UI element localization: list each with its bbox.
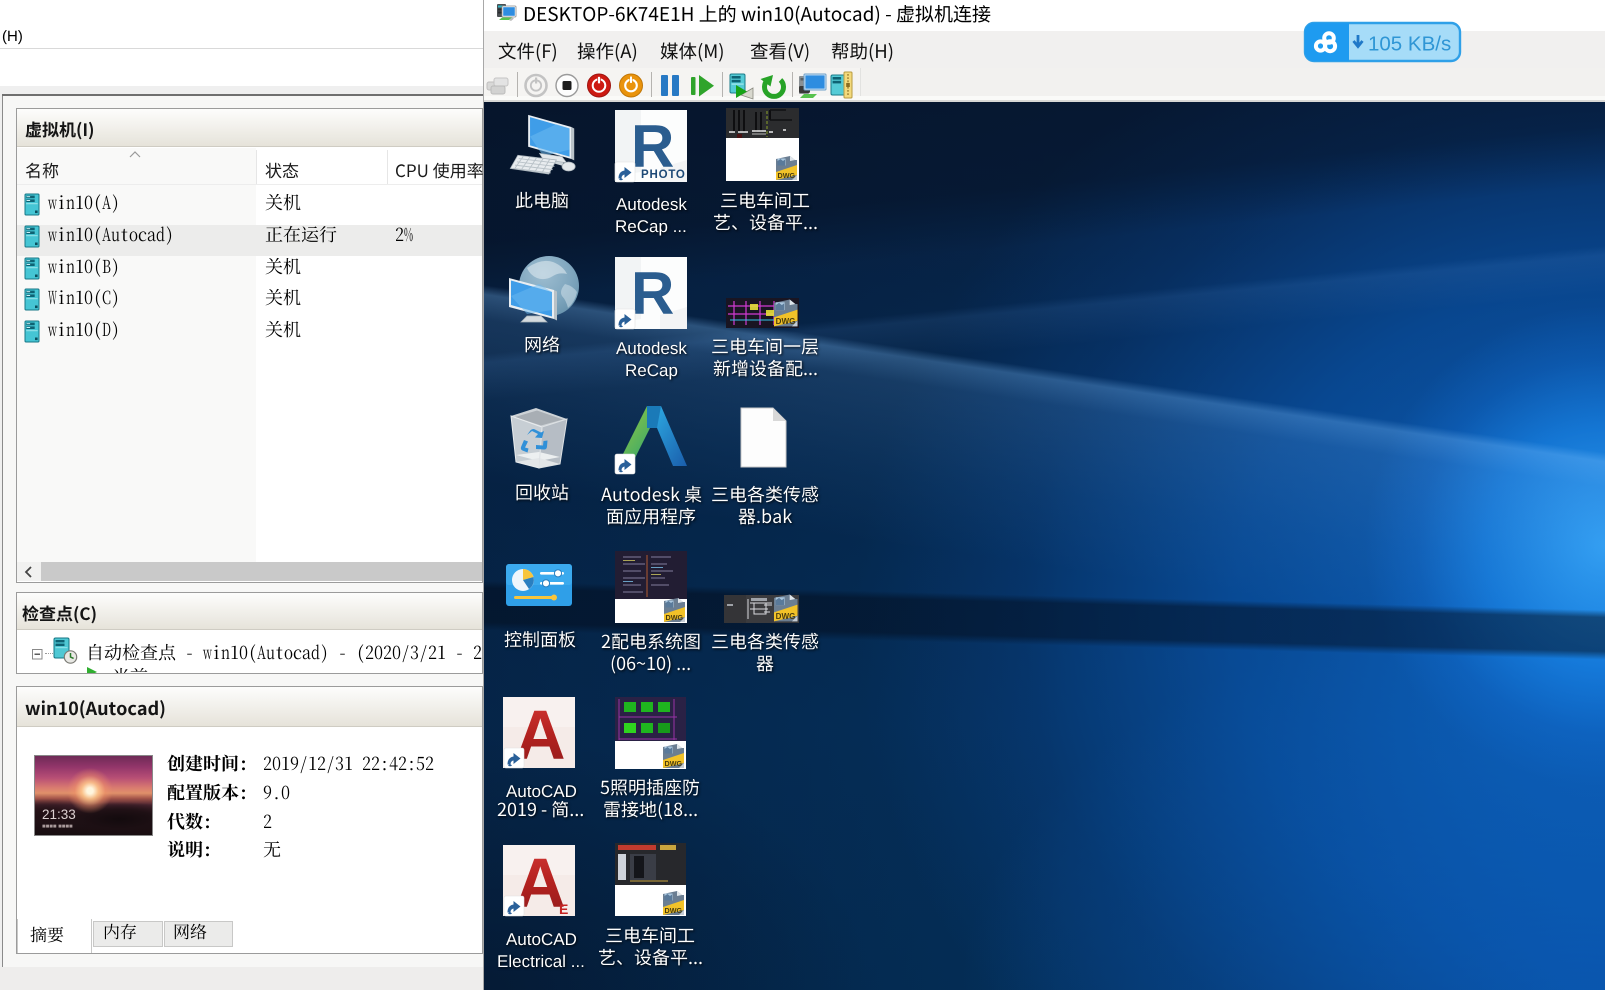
svg-text:E: E [559, 901, 568, 917]
svg-text:DWG: DWG [776, 317, 796, 326]
svg-text:DWG: DWG [666, 613, 684, 622]
svg-text:DWG: DWG [665, 906, 683, 915]
svg-text:105 KB/s: 105 KB/s [1368, 33, 1451, 56]
svg-text:DWG: DWG [665, 759, 683, 768]
svg-text:PHOTO: PHOTO [641, 169, 686, 181]
svg-text:DWG: DWG [776, 612, 796, 621]
svg-text:DWG: DWG [778, 171, 796, 180]
svg-text:R: R [631, 260, 674, 327]
